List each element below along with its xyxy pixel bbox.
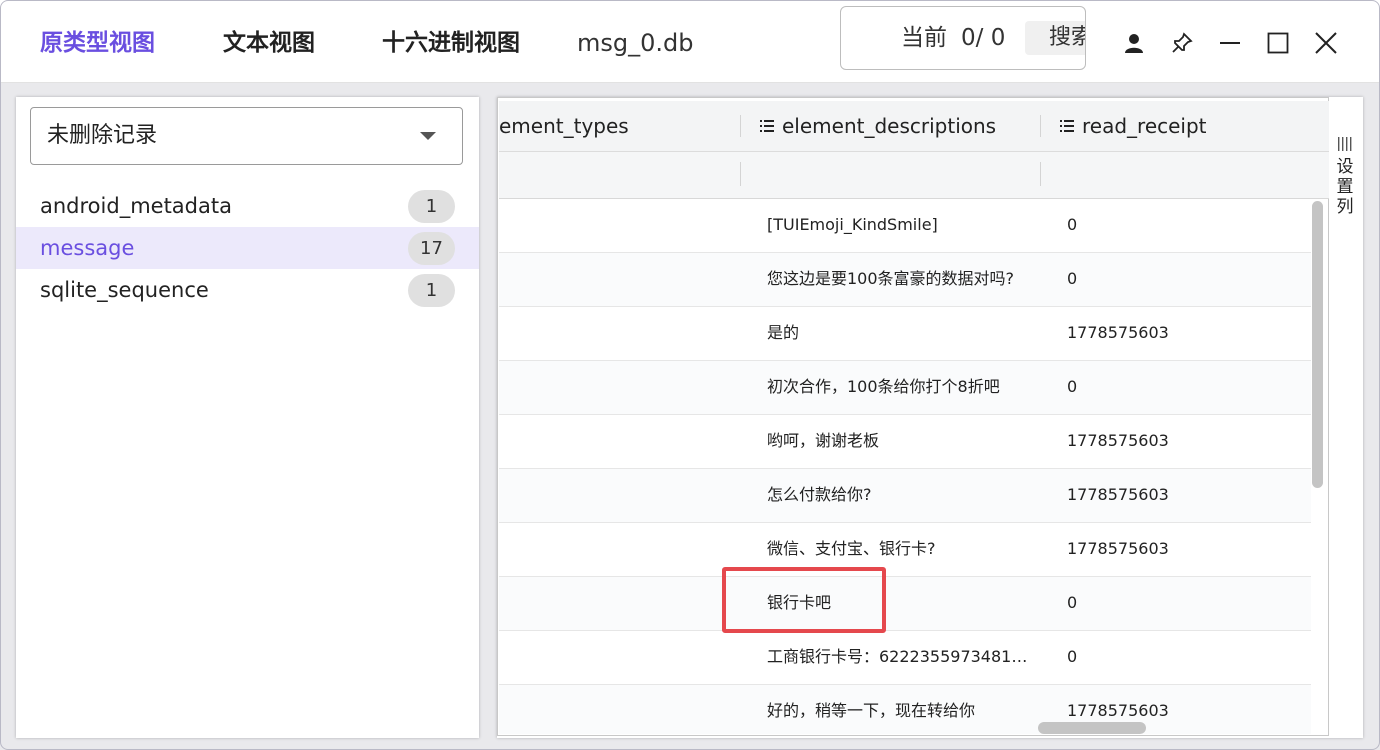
table-item-message[interactable]: message 17 <box>16 227 479 269</box>
file-name: msg_0.db <box>577 29 694 57</box>
column-settings-label: 列 <box>1336 197 1354 217</box>
column-settings-button[interactable]: 设 置 列 <box>1330 137 1360 217</box>
column-divider <box>740 162 741 186</box>
data-grid: ement_types element_descriptions read_re… <box>497 97 1329 736</box>
cell-read-receipt: 0 <box>1067 593 1078 612</box>
cell-read-receipt: 1778575603 <box>1067 701 1169 720</box>
table-row[interactable]: 是的 1778575603 <box>499 307 1311 361</box>
column-divider <box>1040 162 1041 186</box>
table-item-android-metadata[interactable]: android_metadata 1 <box>16 185 479 227</box>
search-count: 0/ 0 <box>961 25 1006 51</box>
tab-hex-view[interactable]: 十六进制视图 <box>382 28 520 58</box>
list-icon <box>1060 119 1074 132</box>
cell-description: 怎么付款给你? <box>767 485 872 504</box>
cell-read-receipt: 1778575603 <box>1067 539 1169 558</box>
cell-description: 微信、支付宝、银行卡? <box>767 539 936 558</box>
cell-read-receipt: 1778575603 <box>1067 323 1169 342</box>
table-row[interactable]: 初次合作，100条给你打个8折吧 0 <box>499 361 1311 415</box>
cell-description: [TUIEmoji_KindSmile] <box>767 215 938 234</box>
column-label: read_receipt <box>1082 114 1207 138</box>
tab-text-view[interactable]: 文本视图 <box>223 28 315 58</box>
table-row[interactable]: 怎么付款给你? 1778575603 <box>499 469 1311 523</box>
cell-read-receipt: 0 <box>1067 647 1078 666</box>
cell-description: 初次合作，100条给你打个8折吧 <box>767 377 1000 396</box>
close-icon[interactable] <box>1311 28 1341 58</box>
vertical-scrollbar[interactable] <box>1312 201 1323 488</box>
column-header-element-descriptions[interactable]: element_descriptions <box>760 113 996 139</box>
cell-description: 哟呵，谢谢老板 <box>767 431 880 450</box>
grid-body: [TUIEmoji_KindSmile] 0 您这边是要100条富豪的数据对吗? 0… <box>499 199 1311 734</box>
table-row[interactable]: 微信、支付宝、银行卡? 1778575603 <box>499 523 1311 577</box>
cell-read-receipt: 0 <box>1067 215 1078 234</box>
table-list-panel: 未删除记录 android_metadata 1 message 17 sqli… <box>16 97 479 738</box>
pin-icon[interactable] <box>1167 28 1197 58</box>
table-item-name: message <box>40 236 135 260</box>
list-icon <box>760 119 774 132</box>
record-filter-dropdown[interactable]: 未删除记录 <box>30 107 463 165</box>
cell-read-receipt: 0 <box>1067 269 1078 288</box>
user-icon[interactable] <box>1119 28 1149 58</box>
column-label: element_descriptions <box>782 114 997 138</box>
column-header-read-receipt[interactable]: read_receipt <box>1060 113 1207 139</box>
table-row[interactable]: 您这边是要100条富豪的数据对吗? 0 <box>499 253 1311 307</box>
search-bar: 当前 0/ 0 搜索 <box>840 6 1086 70</box>
table-item-count: 17 <box>408 232 455 265</box>
column-settings-label: 设 <box>1336 157 1354 177</box>
cell-read-receipt: 1778575603 <box>1067 485 1169 504</box>
table-item-sqlite-sequence[interactable]: sqlite_sequence 1 <box>16 269 479 311</box>
grid-header: ement_types element_descriptions read_re… <box>499 101 1329 152</box>
search-current-label: 当前 <box>901 25 947 51</box>
table-row[interactable]: 银行卡吧 0 <box>499 577 1311 631</box>
minimize-icon[interactable] <box>1215 28 1245 58</box>
table-item-name: android_metadata <box>40 194 232 218</box>
column-filter-row[interactable] <box>499 152 1329 199</box>
column-divider[interactable] <box>740 115 741 137</box>
column-settings-label: 置 <box>1336 177 1354 197</box>
cell-description: 好的，稍等一下，现在转给你 <box>767 701 976 720</box>
cell-description: 是的 <box>767 323 800 342</box>
title-bar: 原类型视图 文本视图 十六进制视图 msg_0.db 当前 0/ 0 搜索 <box>0 0 1380 83</box>
table-item-count: 1 <box>408 190 455 223</box>
cell-description: 工商银行卡号：6222355973481234 <box>767 647 1029 666</box>
cell-read-receipt: 0 <box>1067 377 1078 396</box>
horizontal-scrollbar[interactable] <box>1038 722 1146 734</box>
cell-description: 银行卡吧 <box>767 593 832 612</box>
table-row[interactable]: 哟呵，谢谢老板 1778575603 <box>499 415 1311 469</box>
chevron-down-icon <box>420 132 436 140</box>
table-item-name: sqlite_sequence <box>40 278 209 302</box>
cell-read-receipt: 1778575603 <box>1067 431 1169 450</box>
data-grid-panel: ement_types element_descriptions read_re… <box>497 97 1363 738</box>
column-divider[interactable] <box>1040 115 1041 137</box>
table-item-count: 1 <box>408 274 455 307</box>
tab-raw-type-view[interactable]: 原类型视图 <box>40 28 155 58</box>
columns-icon <box>1338 137 1352 151</box>
table-row[interactable]: 好的，稍等一下，现在转给你 1778575603 <box>499 685 1311 734</box>
table-row[interactable]: 工商银行卡号：6222355973481234 0 <box>499 631 1311 685</box>
search-button[interactable]: 搜索 <box>1025 21 1085 55</box>
maximize-icon[interactable] <box>1263 28 1293 58</box>
cell-description: 您这边是要100条富豪的数据对吗? <box>767 269 1015 288</box>
table-row[interactable]: [TUIEmoji_KindSmile] 0 <box>499 199 1311 253</box>
record-filter-value: 未删除记录 <box>47 123 158 148</box>
column-header-element-types[interactable]: ement_types <box>499 113 629 139</box>
